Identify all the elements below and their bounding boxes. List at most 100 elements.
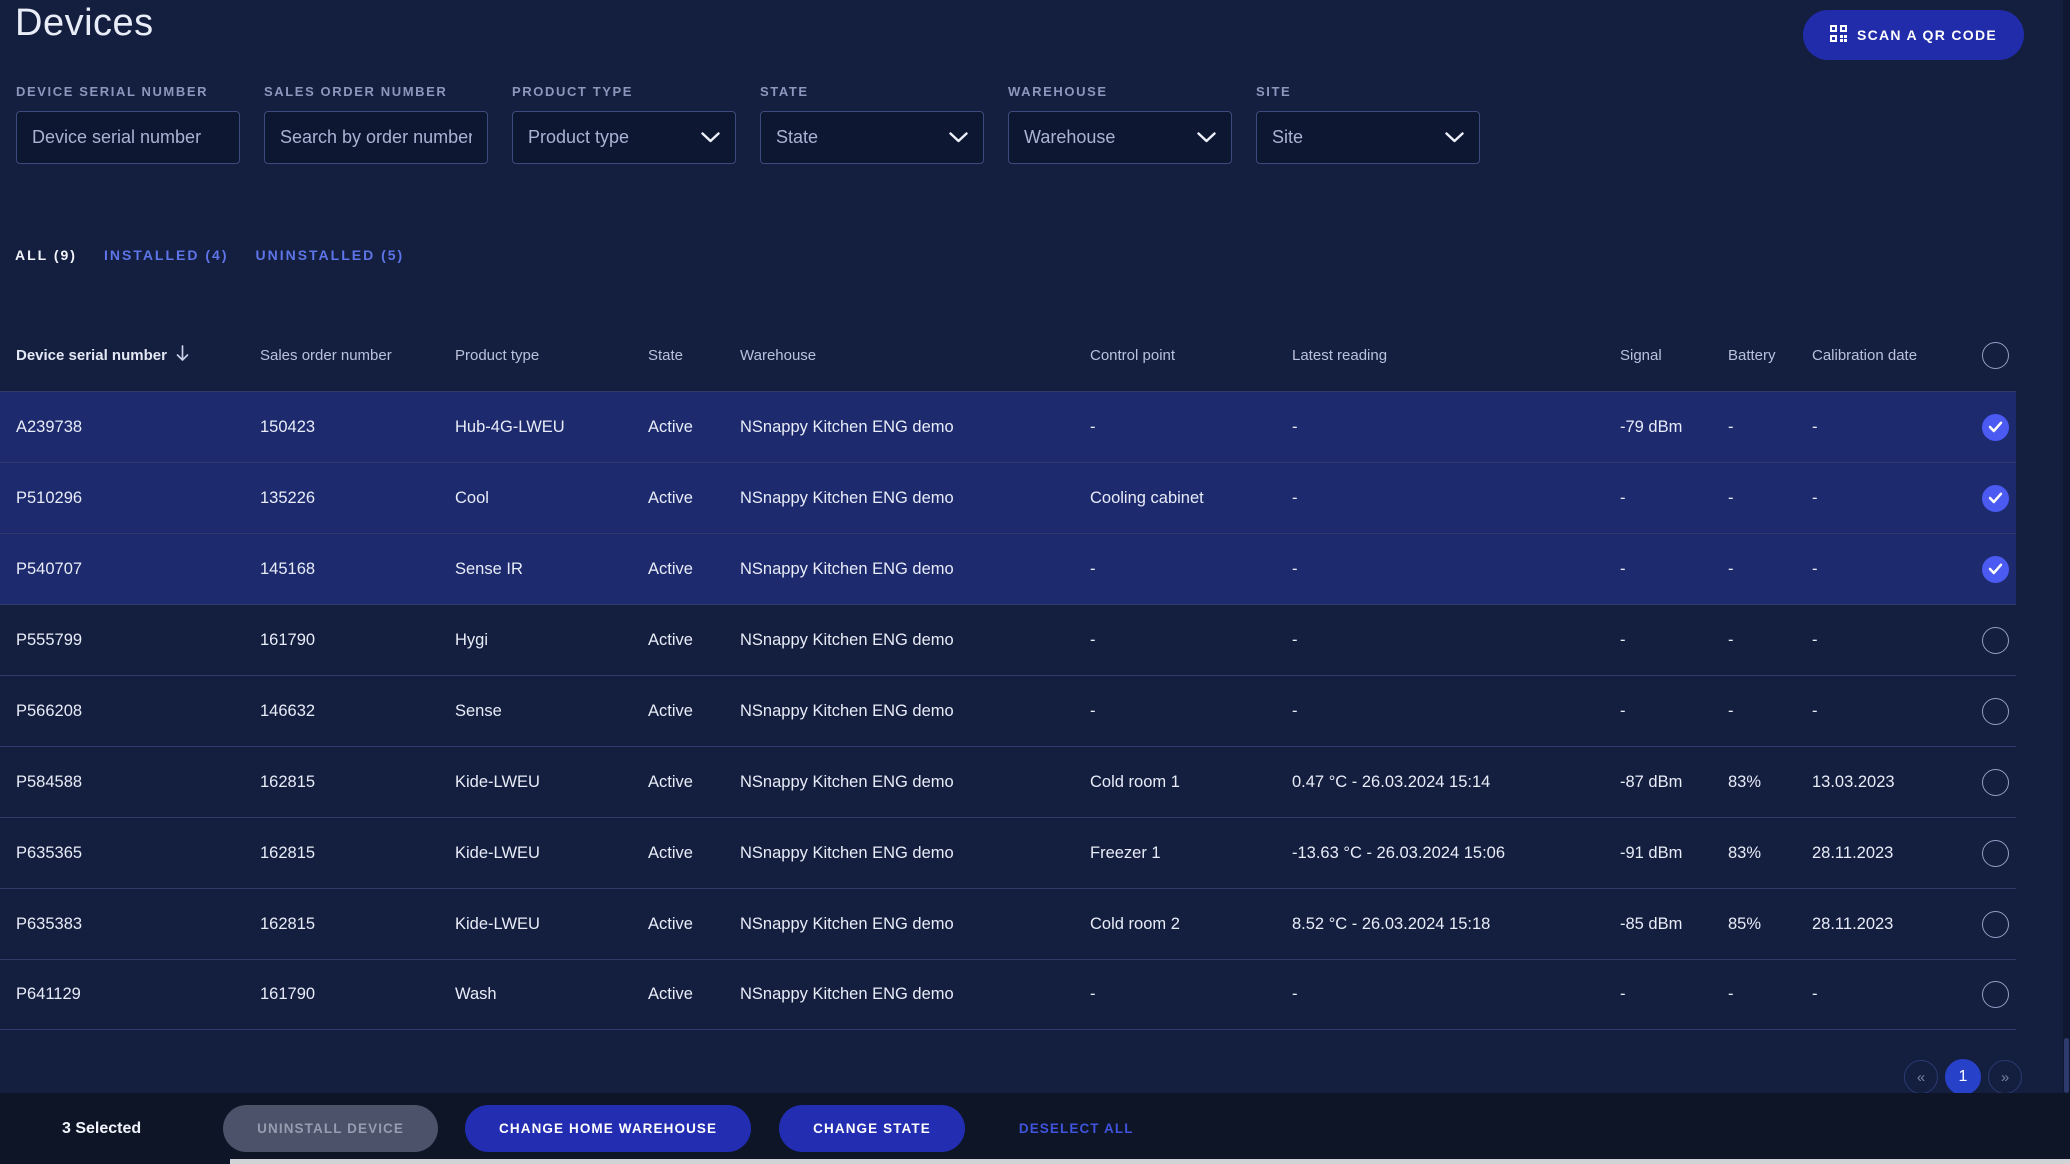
cell-device-serial: A239738: [16, 418, 260, 437]
column-header-device-serial[interactable]: Device serial number: [16, 345, 260, 366]
row-checkbox[interactable]: [1975, 414, 2016, 441]
checkbox-circle-icon: [1982, 698, 2009, 725]
scrollbar-track[interactable]: [2063, 0, 2070, 1093]
cell-battery: -: [1728, 985, 1812, 1004]
scrollbar-thumb[interactable]: [2064, 1038, 2069, 1093]
cell-calibration-date: -: [1812, 418, 1975, 437]
filter-site: SITE Site: [1256, 84, 1480, 164]
filters-bar: DEVICE SERIAL NUMBER SALES ORDER NUMBER …: [16, 84, 1480, 164]
cell-state: Active: [648, 844, 740, 863]
checkbox-circle-icon: [1982, 840, 2009, 867]
table-row[interactable]: P555799 161790 Hygi Active NSnappy Kitch…: [0, 604, 2016, 675]
change-state-button[interactable]: CHANGE STATE: [779, 1105, 965, 1152]
tab-uninstalled[interactable]: UNINSTALLED (5): [255, 247, 404, 263]
qr-code-icon: [1830, 25, 1847, 45]
cell-control-point: Cooling cabinet: [1090, 489, 1292, 508]
cell-latest-reading: -: [1292, 631, 1620, 650]
column-header-warehouse[interactable]: Warehouse: [740, 347, 1090, 364]
cell-product-type: Wash: [455, 985, 648, 1004]
sort-arrow-down-icon: [176, 345, 189, 366]
cell-control-point: Freezer 1: [1090, 844, 1292, 863]
cell-signal: -: [1620, 985, 1728, 1004]
row-checkbox[interactable]: [1975, 485, 2016, 512]
column-header-battery[interactable]: Battery: [1728, 347, 1812, 364]
warehouse-select[interactable]: Warehouse: [1008, 111, 1232, 164]
tab-installed[interactable]: INSTALLED (4): [104, 247, 229, 263]
column-header-state[interactable]: State: [648, 347, 740, 364]
table-row[interactable]: A239738 150423 Hub-4G-LWEU Active NSnapp…: [0, 391, 2016, 462]
select-all-checkbox[interactable]: [1975, 342, 2016, 369]
cell-control-point: -: [1090, 631, 1292, 650]
row-checkbox[interactable]: [1975, 840, 2016, 867]
cell-sales-order: 162815: [260, 844, 455, 863]
cell-latest-reading: -: [1292, 702, 1620, 721]
uninstall-device-button[interactable]: UNINSTALL DEVICE: [223, 1105, 438, 1152]
pagination-page-1[interactable]: 1: [1945, 1059, 1981, 1095]
cell-signal: -: [1620, 560, 1728, 579]
cell-signal: -87 dBm: [1620, 773, 1728, 792]
change-home-warehouse-button[interactable]: CHANGE HOME WAREHOUSE: [465, 1105, 751, 1152]
pagination-prev-button[interactable]: «: [1904, 1060, 1938, 1094]
column-header-calibration-date[interactable]: Calibration date: [1812, 347, 1975, 364]
cell-product-type: Sense IR: [455, 560, 648, 579]
row-checkbox[interactable]: [1975, 556, 2016, 583]
pagination-next-button[interactable]: »: [1988, 1060, 2022, 1094]
table-row[interactable]: P635383 162815 Kide-LWEU Active NSnappy …: [0, 888, 2016, 959]
column-header-sales-order[interactable]: Sales order number: [260, 347, 455, 364]
cell-signal: -: [1620, 702, 1728, 721]
cell-warehouse: NSnappy Kitchen ENG demo: [740, 985, 1090, 1004]
cell-warehouse: NSnappy Kitchen ENG demo: [740, 844, 1090, 863]
row-checkbox[interactable]: [1975, 698, 2016, 725]
filter-warehouse: WAREHOUSE Warehouse: [1008, 84, 1232, 164]
table-body: A239738 150423 Hub-4G-LWEU Active NSnapp…: [0, 391, 2016, 1030]
table-row[interactable]: P566208 146632 Sense Active NSnappy Kitc…: [0, 675, 2016, 746]
cell-battery: 83%: [1728, 844, 1812, 863]
column-header-latest-reading[interactable]: Latest reading: [1292, 347, 1620, 364]
cell-state: Active: [648, 985, 740, 1004]
cell-calibration-date: -: [1812, 489, 1975, 508]
cell-battery: -: [1728, 418, 1812, 437]
table-row[interactable]: P510296 135226 Cool Active NSnappy Kitch…: [0, 462, 2016, 533]
tab-all[interactable]: ALL (9): [15, 247, 77, 263]
checkbox-circle-icon: [1982, 981, 2009, 1008]
chevron-down-icon: [1445, 132, 1464, 143]
cell-sales-order: 162815: [260, 773, 455, 792]
checkbox-circle-icon: [1982, 556, 2009, 583]
row-checkbox[interactable]: [1975, 769, 2016, 796]
scan-qr-code-button[interactable]: SCAN A QR CODE: [1803, 10, 2024, 60]
table-row[interactable]: P540707 145168 Sense IR Active NSnappy K…: [0, 533, 2016, 604]
row-checkbox[interactable]: [1975, 627, 2016, 654]
sales-order-input[interactable]: [280, 127, 472, 148]
cell-state: Active: [648, 702, 740, 721]
filter-label: SALES ORDER NUMBER: [264, 84, 488, 99]
row-checkbox[interactable]: [1975, 911, 2016, 938]
table-row[interactable]: P635365 162815 Kide-LWEU Active NSnappy …: [0, 817, 2016, 888]
product-type-select[interactable]: Product type: [512, 111, 736, 164]
column-header-signal[interactable]: Signal: [1620, 347, 1728, 364]
cell-warehouse: NSnappy Kitchen ENG demo: [740, 418, 1090, 437]
deselect-all-link[interactable]: DESELECT ALL: [1019, 1121, 1134, 1136]
cell-battery: -: [1728, 702, 1812, 721]
table-row[interactable]: P584588 162815 Kide-LWEU Active NSnappy …: [0, 746, 2016, 817]
cell-signal: -: [1620, 489, 1728, 508]
site-select[interactable]: Site: [1256, 111, 1480, 164]
table-row[interactable]: P641129 161790 Wash Active NSnappy Kitch…: [0, 959, 2016, 1030]
device-serial-input[interactable]: [32, 127, 224, 148]
filter-label: SITE: [1256, 84, 1480, 99]
filter-label: PRODUCT TYPE: [512, 84, 736, 99]
cell-control-point: -: [1090, 560, 1292, 579]
column-header-control-point[interactable]: Control point: [1090, 347, 1292, 364]
warehouse-value: Warehouse: [1024, 127, 1115, 148]
cell-device-serial: P555799: [16, 631, 260, 650]
cell-state: Active: [648, 418, 740, 437]
column-header-product-type[interactable]: Product type: [455, 347, 648, 364]
cell-sales-order: 162815: [260, 915, 455, 934]
row-checkbox[interactable]: [1975, 981, 2016, 1008]
cell-signal: -: [1620, 631, 1728, 650]
cell-sales-order: 135226: [260, 489, 455, 508]
cell-product-type: Kide-LWEU: [455, 773, 648, 792]
cell-state: Active: [648, 915, 740, 934]
state-select[interactable]: State: [760, 111, 984, 164]
cell-sales-order: 150423: [260, 418, 455, 437]
cell-calibration-date: -: [1812, 560, 1975, 579]
